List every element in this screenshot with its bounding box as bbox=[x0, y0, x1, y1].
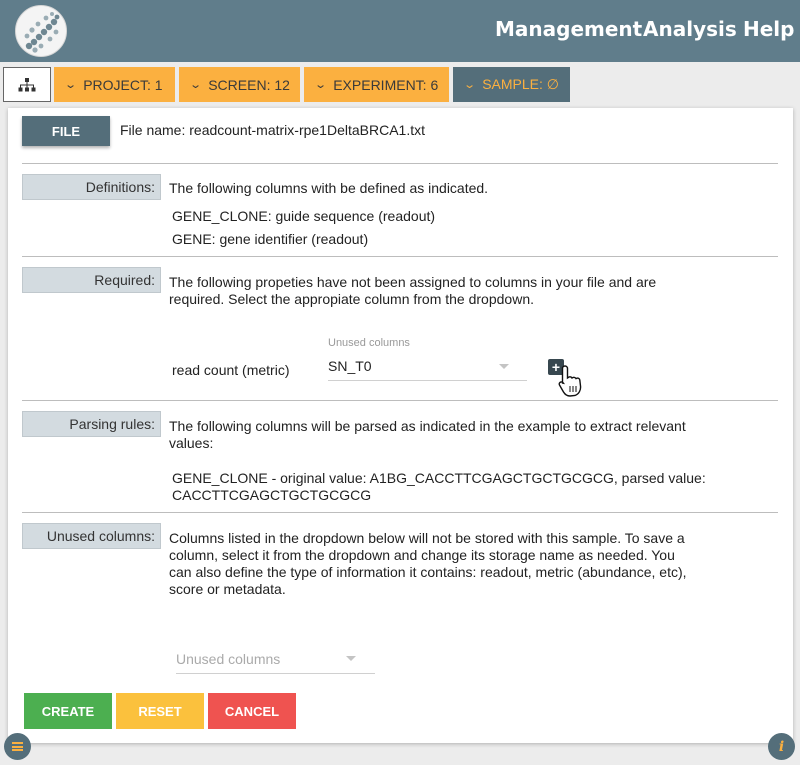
definitions-label: Definitions: bbox=[22, 174, 161, 200]
parsing-example-line: GENE_CLONE - original value: A1BG_CACCTT… bbox=[172, 470, 706, 486]
breadcrumb-screen[interactable]: ⌄ SCREEN: 12 bbox=[179, 67, 300, 102]
breadcrumb-experiment-label: EXPERIMENT: 6 bbox=[333, 76, 439, 93]
divider bbox=[22, 256, 778, 257]
definition-item: GENE: gene identifier (readout) bbox=[172, 231, 369, 247]
unused-text-line: score or metadata. bbox=[169, 581, 286, 597]
definitions-intro: The following columns with be defined as… bbox=[169, 180, 489, 196]
menu-button[interactable] bbox=[4, 733, 31, 760]
hierarchy-tree-button[interactable] bbox=[3, 67, 51, 102]
dna-helix-icon bbox=[24, 12, 60, 53]
nav-analysis[interactable]: Analysis bbox=[643, 17, 737, 41]
parsing-rules-label: Parsing rules: bbox=[22, 411, 161, 437]
breadcrumb-project[interactable]: ⌄ PROJECT: 1 bbox=[54, 67, 175, 102]
dropdown-underline bbox=[176, 673, 375, 674]
required-intro-line: required. Select the appropiate column f… bbox=[169, 291, 534, 307]
chevron-down-icon: ⌄ bbox=[314, 79, 328, 91]
breadcrumb-sample-label: SAMPLE: ∅ bbox=[482, 76, 559, 92]
unused-columns-select[interactable]: Unused columns bbox=[176, 651, 280, 667]
required-label: Required: bbox=[22, 267, 161, 293]
hand-pointer-cursor-icon bbox=[558, 365, 582, 397]
file-name-text: File name: readcount-matrix-rpe1DeltaBRC… bbox=[120, 122, 426, 138]
reset-button[interactable]: RESET bbox=[116, 693, 204, 729]
create-button[interactable]: CREATE bbox=[24, 693, 112, 729]
breadcrumb-experiment[interactable]: ⌄ EXPERIMENT: 6 bbox=[304, 67, 449, 102]
chevron-down-icon: ⌄ bbox=[463, 79, 477, 91]
sample-upload-panel: FILE File name: readcount-matrix-rpe1Del… bbox=[8, 108, 793, 743]
info-icon: i bbox=[778, 738, 785, 755]
sitemap-icon bbox=[18, 77, 36, 91]
chevron-down-icon: ⌄ bbox=[64, 79, 78, 91]
unused-text-line: column, select it from the dropdown and … bbox=[169, 547, 675, 563]
read-count-field-label: read count (metric) bbox=[172, 362, 290, 378]
required-intro-line: The following propeties have not been as… bbox=[169, 274, 657, 290]
info-button[interactable]: i bbox=[768, 733, 795, 760]
dropdown-arrow-icon[interactable] bbox=[346, 656, 356, 661]
chevron-down-icon: ⌄ bbox=[189, 79, 203, 91]
breadcrumb-sample[interactable]: ⌄ SAMPLE: ∅ bbox=[453, 67, 570, 102]
breadcrumb-project-label: PROJECT: 1 bbox=[83, 76, 163, 93]
unused-columns-label: Unused columns: bbox=[22, 523, 161, 549]
divider bbox=[22, 512, 778, 513]
definition-item: GENE_CLONE: guide sequence (readout) bbox=[172, 208, 436, 224]
nav-help[interactable]: Help bbox=[743, 17, 794, 41]
unused-text-line: Columns listed in the dropdown below wil… bbox=[169, 530, 685, 546]
read-count-column-select[interactable]: SN_T0 bbox=[328, 358, 372, 374]
hamburger-icon bbox=[12, 742, 23, 751]
breadcrumb-screen-label: SCREEN: 12 bbox=[208, 76, 290, 93]
divider bbox=[22, 163, 778, 164]
unused-text-line: can also define the type of information … bbox=[169, 564, 687, 580]
top-navbar: Management Analysis Help bbox=[0, 0, 800, 62]
file-button[interactable]: FILE bbox=[22, 116, 110, 146]
unused-columns-dropdown-label: Unused columns bbox=[328, 337, 410, 349]
dropdown-arrow-icon[interactable] bbox=[499, 364, 509, 369]
parsing-intro-line: The following columns will be parsed as … bbox=[169, 418, 686, 434]
parsing-example-line: CACCTTCGAGCTGCTGCGCG bbox=[172, 487, 372, 503]
parsing-intro-line: values: bbox=[169, 435, 214, 451]
nav-management[interactable]: Management bbox=[495, 17, 642, 41]
divider bbox=[22, 400, 778, 401]
cancel-button[interactable]: CANCEL bbox=[208, 693, 296, 729]
dropdown-underline bbox=[328, 380, 527, 381]
app-logo[interactable] bbox=[15, 5, 67, 57]
